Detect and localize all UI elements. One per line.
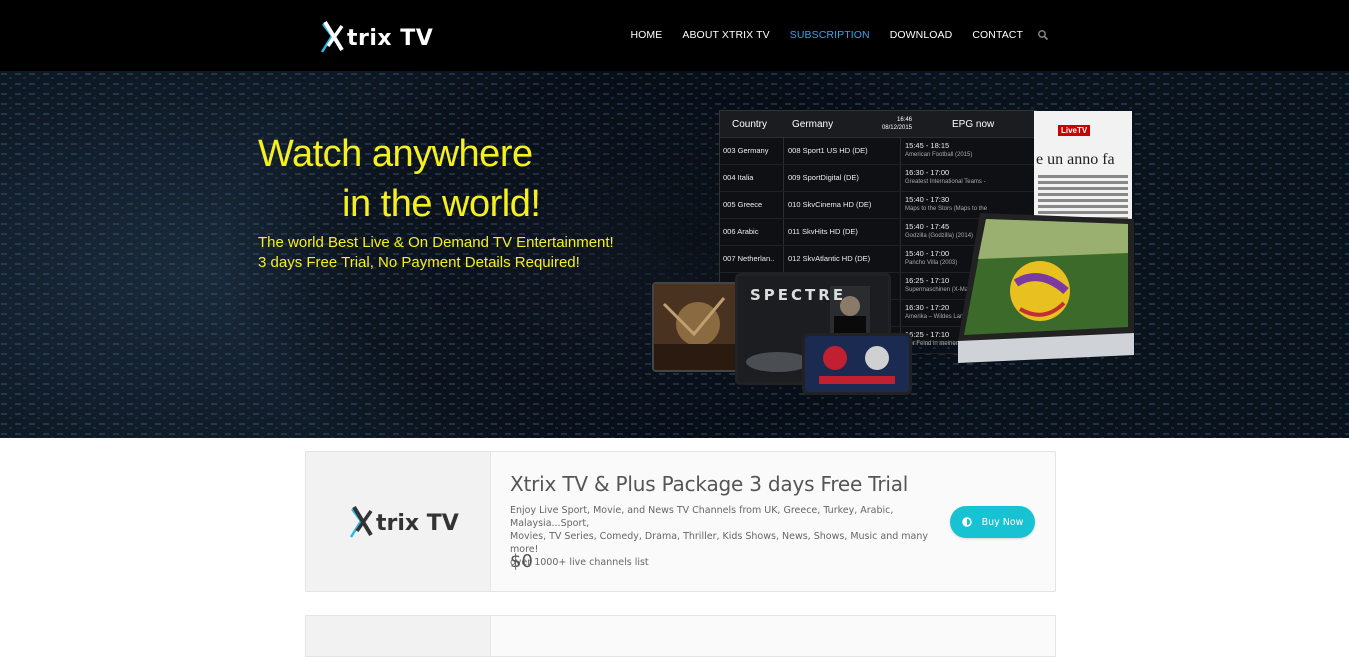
hero-title-line2: in the world!	[342, 183, 541, 225]
epg-channel-cell: 010 SkvCinema HD (DE)	[784, 192, 901, 218]
product-logo-text: trix TV	[376, 511, 459, 536]
epg-channel-cell: 008 Sport1 US HD (DE)	[784, 138, 901, 164]
epg-channel-cell: 011 SkvHits HD (DE)	[784, 219, 901, 245]
epg-country-cell: 006 Arabic	[720, 219, 784, 245]
product-price: $0	[510, 551, 533, 572]
desc-line2: Movies, TV Series, Comedy, Drama, Thrill…	[510, 531, 928, 555]
tablet-left-device	[652, 282, 740, 372]
buy-now-button[interactable]: Buy Now	[950, 506, 1035, 538]
epg-header: Country Germany 16:46 08/12/2015 EPG now	[720, 111, 1036, 138]
epg-now-label: EPG now	[952, 118, 995, 130]
buy-now-label: Buy Now	[981, 516, 1024, 528]
nav-about[interactable]: ABOUT XTRIX TV	[682, 27, 769, 43]
x-logo-icon	[320, 18, 346, 54]
epg-country-cell: 007 Netherlan..	[720, 246, 784, 272]
livetv-logo: LiveTV	[1058, 125, 1091, 136]
epg-date: 08/12/2015	[881, 125, 912, 131]
product-card: trix TV Xtrix TV & Plus Package 3 days F…	[305, 451, 1056, 592]
epg-selected-country: Germany	[792, 118, 834, 130]
news-headline: e un anno fa	[1036, 151, 1115, 168]
laptop-device	[958, 213, 1134, 363]
x-logo-icon	[349, 505, 373, 538]
product-card-next	[305, 615, 1056, 657]
epg-time: 16:46	[896, 117, 912, 123]
epg-channel-cell: 009 SportDigital (DE)	[784, 165, 901, 191]
product-logo-panel: trix TV	[306, 452, 491, 591]
epg-row: 003 Germany 008 Sport1 US HD (DE) 15:45 - …	[720, 138, 1036, 165]
phone-device	[802, 333, 912, 395]
product-logo-panel-next	[306, 616, 491, 656]
epg-country-cell: 004 Italia	[720, 165, 784, 191]
main-nav: HOME ABOUT XTRIX TV SUBSCRIPTION DOWNLOA…	[610, 27, 1049, 43]
epg-channel-cell: 012 SkvAtlantic HD (DE)	[784, 246, 901, 272]
hero-background-texture	[0, 71, 1349, 438]
nav-contact[interactable]: CONTACT	[972, 27, 1023, 43]
epg-country-cell: 003 Germany	[720, 138, 784, 164]
nav-home[interactable]: HOME	[630, 27, 662, 43]
hero-sub-line2: 3 days Free Trial, No Payment Details Re…	[258, 254, 580, 271]
epg-program-cell: 15:45 - 18:15 American Football (2015)	[905, 141, 973, 158]
epg-country-cell: 005 Greece	[720, 192, 784, 218]
desc-line1: Enjoy Live Sport, Movie, and News TV Cha…	[510, 505, 894, 529]
product-logo: trix TV	[349, 503, 459, 539]
hero-banner: Watch anywhere in the world! The world B…	[0, 71, 1349, 438]
epg-country-label: Country	[732, 118, 768, 130]
epg-row: 004 Italia 009 SportDigital (DE) 16:30 - 1…	[720, 165, 1036, 192]
movie-title: SPECTRE	[750, 286, 847, 304]
top-navbar: trix TV HOME ABOUT XTRIX TV SUBSCRIPTION…	[0, 0, 1349, 71]
hero-title-line1: Watch anywhere	[258, 133, 533, 175]
half-circle-icon	[961, 517, 972, 527]
site-logo[interactable]: trix TV	[320, 18, 433, 54]
logo-text: trix TV	[347, 26, 434, 51]
product-description: Enjoy Live Sport, Movie, and News TV Cha…	[510, 504, 930, 569]
nav-subscription[interactable]: SUBSCRIPTION	[790, 27, 870, 43]
hero-sub-line1: The world Best Live & On Demand TV Enter…	[258, 234, 614, 251]
hero-title: Watch anywhere in the world!	[258, 129, 541, 229]
desc-line3: over 1000+ live channels list	[510, 557, 649, 568]
nav-download[interactable]: DOWNLOAD	[890, 27, 953, 43]
product-title: Xtrix TV & Plus Package 3 days Free Tria…	[510, 472, 909, 496]
search-icon[interactable]	[1037, 28, 1049, 41]
hero-subtitle: The world Best Live & On Demand TV Enter…	[258, 233, 614, 273]
epg-program-cell: 16:30 - 17:00 Greatest International Team…	[905, 168, 986, 185]
